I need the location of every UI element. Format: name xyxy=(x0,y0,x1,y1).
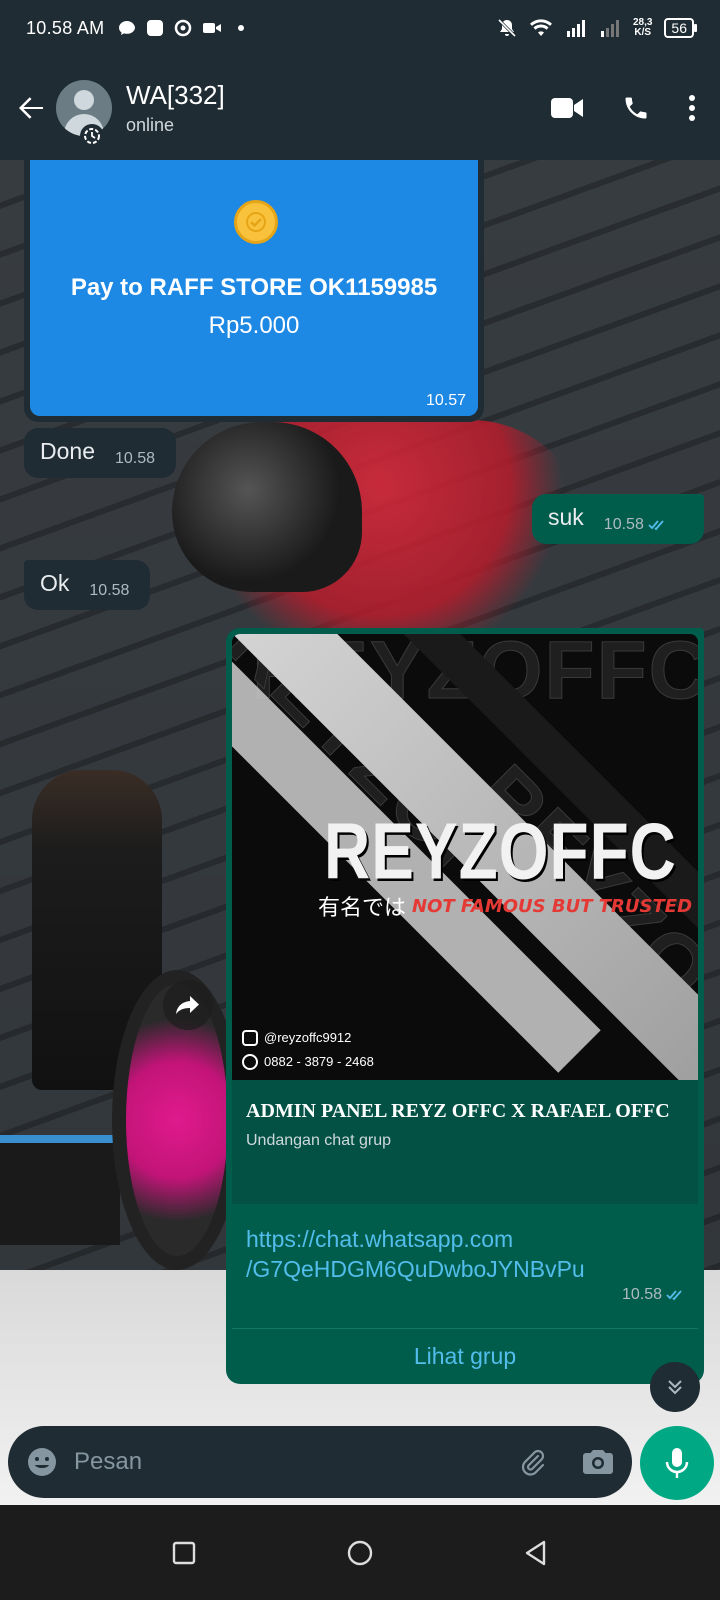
recents-icon[interactable] xyxy=(172,1541,196,1565)
forward-button[interactable] xyxy=(163,980,213,1030)
phone-icon[interactable] xyxy=(622,94,650,122)
status-ring-icon xyxy=(80,124,104,148)
status-time: 10.58 AM xyxy=(26,17,105,38)
message-text: Ok xyxy=(40,570,70,596)
coin-check-icon xyxy=(234,200,278,244)
group-tagline: 有名では NOT FAMOUS BUT TRUSTED xyxy=(318,895,693,922)
chevron-double-down-icon xyxy=(668,1380,682,1395)
message-time: 10.58 xyxy=(621,1286,662,1303)
contact-name: WA[332] xyxy=(126,80,225,110)
voice-message-button[interactable] xyxy=(640,1426,714,1500)
message-time: 10.58 xyxy=(89,582,130,599)
camera-icon[interactable] xyxy=(582,1448,614,1476)
incoming-message[interactable]: Done 10.58 xyxy=(24,428,176,478)
home-icon[interactable] xyxy=(346,1539,374,1567)
net-speed: 28,3 K/S xyxy=(632,17,653,38)
message-input[interactable] xyxy=(74,1448,454,1476)
incoming-message[interactable]: Ok 10.58 xyxy=(24,560,150,610)
group-contact-info: @reyzoffc9912 0882 - 3879 - 2468 xyxy=(242,1026,374,1074)
dot-icon xyxy=(238,25,245,31)
chat-icon xyxy=(119,21,136,35)
more-vertical-icon[interactable] xyxy=(688,94,696,122)
message-time: 10.57 xyxy=(425,392,466,409)
whatsapp-icon xyxy=(242,1054,258,1070)
wallpaper-helmet xyxy=(172,422,362,592)
payment-amount: Rp5.000 xyxy=(208,312,300,339)
contact-status: online xyxy=(126,115,175,135)
group-logo-text: REYZOFFC xyxy=(324,806,677,896)
payment-message[interactable]: Pay to RAFF STORE OK1159985 Rp5.000 10.5… xyxy=(24,160,484,422)
scroll-to-bottom-button[interactable] xyxy=(650,1362,700,1412)
read-ticks-icon xyxy=(666,1289,686,1301)
invite-card[interactable]: ADMIN PANEL REYZ OFFC X RAFAEL OFFC Unda… xyxy=(232,1080,698,1204)
back-button[interactable] xyxy=(14,91,48,125)
group-invite-message[interactable]: REYZOFFC REYZOF REYZOFF REYZOFFC 有名では NO… xyxy=(226,628,704,1384)
arrow-left-icon xyxy=(19,97,43,119)
signal-icon xyxy=(566,20,585,37)
payment-title: Pay to RAFF STORE OK1159985 xyxy=(70,274,438,301)
message-time: 10.58 xyxy=(114,450,156,467)
group-title: ADMIN PANEL REYZ OFFC X RAFAEL OFFC xyxy=(246,1100,670,1122)
view-group-button[interactable]: Lihat grup xyxy=(226,1328,704,1384)
record-icon xyxy=(175,19,192,37)
message-text: Done xyxy=(40,438,95,464)
mute-icon xyxy=(497,18,517,38)
message-composer xyxy=(8,1426,632,1498)
signal-icon xyxy=(600,20,619,37)
message-time: 10.58 xyxy=(603,516,644,533)
wallpaper-crate xyxy=(0,1135,120,1245)
outgoing-message[interactable]: suk 10.58 xyxy=(532,494,704,544)
invite-link[interactable]: https://chat.whatsapp.com /G7QeHDGM6QuDw… xyxy=(232,1204,698,1284)
system-nav-bar xyxy=(0,1505,720,1600)
wifi-icon xyxy=(529,19,552,36)
video-icon xyxy=(203,23,222,33)
forward-icon xyxy=(176,996,199,1014)
instagram-icon xyxy=(242,1030,258,1046)
chat-header: WA[332] online xyxy=(0,56,720,160)
message-text: suk xyxy=(548,504,584,530)
status-bar: 10.58 AM 28,3 K/S 56 xyxy=(0,0,720,56)
attach-icon[interactable] xyxy=(518,1447,548,1477)
microphone-icon xyxy=(665,1448,689,1478)
payment-card[interactable]: Pay to RAFF STORE OK1159985 Rp5.000 10.5… xyxy=(30,160,478,416)
app-icon xyxy=(147,20,164,36)
emoji-icon[interactable] xyxy=(26,1446,58,1478)
read-ticks-icon xyxy=(648,519,668,531)
back-nav-icon[interactable] xyxy=(524,1540,548,1566)
video-call-icon[interactable] xyxy=(550,96,584,120)
chat-area[interactable]: Pay to RAFF STORE OK1159985 Rp5.000 10.5… xyxy=(0,160,720,1505)
battery-indicator: 56 xyxy=(664,18,697,38)
group-image[interactable]: REYZOFFC REYZOF REYZOFF REYZOFFC 有名では NO… xyxy=(232,634,698,1080)
group-subtitle: Undangan chat grup xyxy=(246,1132,391,1149)
contact-info[interactable]: WA[332] online xyxy=(126,80,225,136)
